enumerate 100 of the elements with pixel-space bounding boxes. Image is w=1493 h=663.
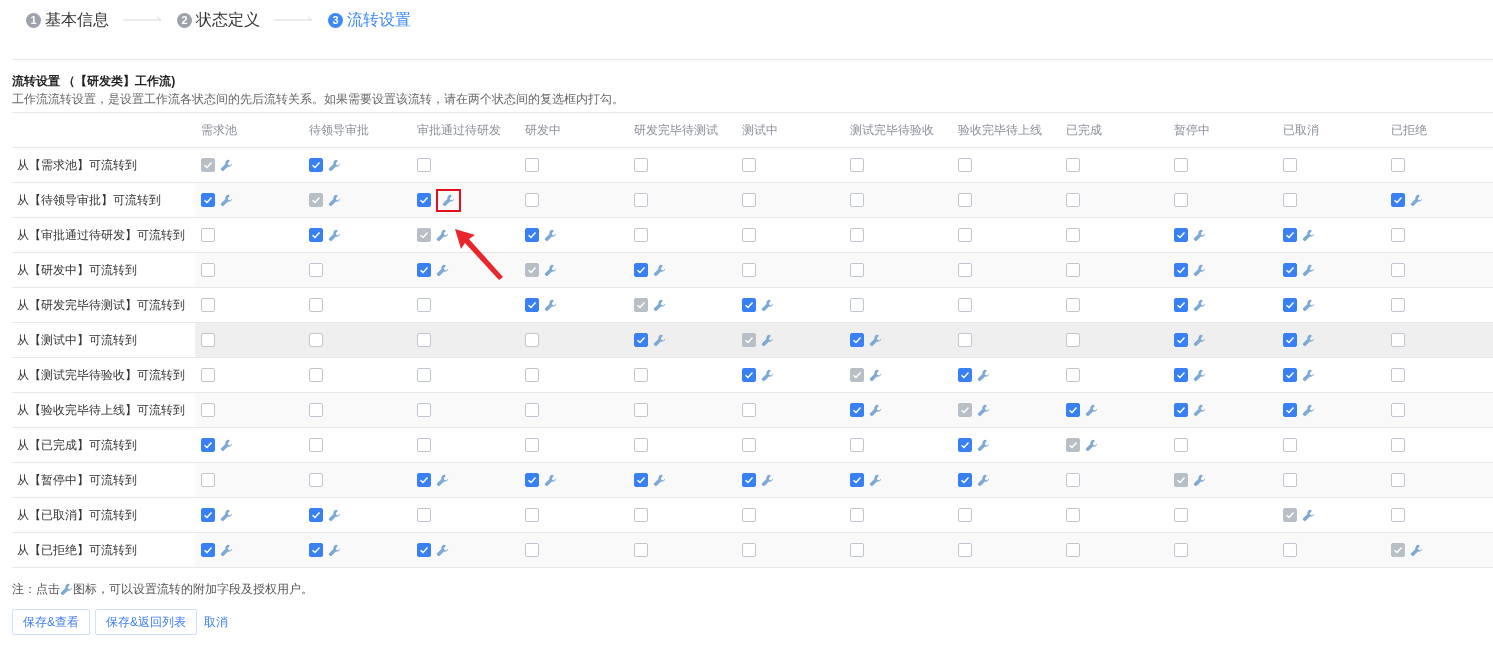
checkbox[interactable] <box>309 298 324 312</box>
checkbox[interactable] <box>849 473 864 487</box>
checkbox[interactable] <box>1066 228 1081 242</box>
checkbox[interactable] <box>1066 193 1081 207</box>
checkbox[interactable] <box>525 193 540 207</box>
checkbox[interactable] <box>958 193 973 207</box>
checkbox[interactable] <box>741 438 756 452</box>
wrench-icon[interactable] <box>1301 403 1315 417</box>
checkbox[interactable] <box>201 263 215 277</box>
wrench-icon[interactable] <box>436 228 450 242</box>
wrench-icon[interactable] <box>1301 368 1315 382</box>
checkbox[interactable] <box>741 228 756 242</box>
checkbox[interactable] <box>417 508 432 522</box>
checkbox[interactable] <box>1282 473 1297 487</box>
checkbox[interactable] <box>309 438 324 452</box>
checkbox[interactable] <box>633 473 648 487</box>
checkbox[interactable] <box>201 508 215 522</box>
wrench-icon[interactable] <box>328 228 342 242</box>
checkbox[interactable] <box>1282 228 1297 242</box>
checkbox[interactable] <box>1174 368 1189 382</box>
checkbox[interactable] <box>849 158 864 172</box>
checkbox[interactable] <box>309 368 324 382</box>
wrench-icon[interactable] <box>868 403 882 417</box>
checkbox[interactable] <box>1282 403 1297 417</box>
checkbox[interactable] <box>417 473 432 487</box>
checkbox[interactable] <box>1174 543 1189 557</box>
checkbox[interactable] <box>417 438 432 452</box>
checkbox[interactable] <box>741 403 756 417</box>
checkbox[interactable] <box>1066 543 1081 557</box>
checkbox[interactable] <box>1390 298 1405 312</box>
wrench-icon[interactable] <box>544 473 558 487</box>
wrench-icon[interactable] <box>652 473 666 487</box>
checkbox[interactable] <box>849 228 864 242</box>
checkbox[interactable] <box>849 403 864 417</box>
wrench-icon[interactable] <box>436 263 450 277</box>
checkbox[interactable] <box>1174 333 1189 347</box>
wrench-icon[interactable] <box>1301 508 1315 522</box>
wrench-icon[interactable] <box>652 263 666 277</box>
checkbox[interactable] <box>309 543 324 557</box>
wrench-icon[interactable] <box>1301 228 1315 242</box>
checkbox[interactable] <box>417 298 432 312</box>
checkbox[interactable] <box>201 193 215 207</box>
checkbox[interactable] <box>1174 438 1189 452</box>
checkbox[interactable] <box>201 543 215 557</box>
checkbox[interactable] <box>1390 158 1405 172</box>
checkbox[interactable] <box>633 193 648 207</box>
wrench-icon[interactable] <box>328 193 342 207</box>
wrench-icon[interactable] <box>1409 543 1423 557</box>
checkbox[interactable] <box>309 508 324 522</box>
wrench-icon[interactable] <box>328 508 342 522</box>
checkbox[interactable] <box>417 263 432 277</box>
checkbox[interactable] <box>525 298 540 312</box>
wrench-icon[interactable] <box>220 508 233 522</box>
checkbox[interactable] <box>1174 298 1189 312</box>
checkbox[interactable] <box>1066 298 1081 312</box>
checkbox[interactable] <box>309 263 324 277</box>
checkbox[interactable] <box>741 158 756 172</box>
checkbox[interactable] <box>1282 263 1297 277</box>
checkbox[interactable] <box>1282 368 1297 382</box>
checkbox[interactable] <box>1066 158 1081 172</box>
checkbox[interactable] <box>633 333 648 347</box>
checkbox[interactable] <box>958 333 973 347</box>
checkbox[interactable] <box>958 438 973 452</box>
checkbox[interactable] <box>525 438 540 452</box>
wrench-icon[interactable] <box>544 263 558 277</box>
checkbox[interactable] <box>201 228 215 242</box>
checkbox[interactable] <box>525 158 540 172</box>
checkbox[interactable] <box>1390 368 1405 382</box>
checkbox[interactable] <box>633 368 648 382</box>
checkbox[interactable] <box>417 333 432 347</box>
action-button[interactable]: 保存&返回列表 <box>95 609 198 635</box>
wrench-icon[interactable] <box>977 438 991 452</box>
wrench-icon[interactable] <box>1193 298 1207 312</box>
checkbox[interactable] <box>741 368 756 382</box>
checkbox[interactable] <box>1066 403 1081 417</box>
wrench-icon[interactable] <box>1193 403 1207 417</box>
wrench-icon[interactable] <box>868 333 882 347</box>
checkbox[interactable] <box>417 543 432 557</box>
checkbox[interactable] <box>849 333 864 347</box>
wrench-icon[interactable] <box>544 228 558 242</box>
checkbox[interactable] <box>633 228 648 242</box>
checkbox[interactable] <box>1390 193 1405 207</box>
wrench-icon[interactable] <box>1409 193 1423 207</box>
checkbox[interactable] <box>1282 543 1297 557</box>
checkbox[interactable] <box>1174 263 1189 277</box>
checkbox[interactable] <box>1174 228 1189 242</box>
wrench-icon[interactable] <box>328 158 342 172</box>
checkbox[interactable] <box>1174 193 1189 207</box>
checkbox[interactable] <box>201 298 215 312</box>
wrench-icon[interactable] <box>652 333 666 347</box>
checkbox[interactable] <box>633 263 648 277</box>
wrench-icon[interactable] <box>977 368 991 382</box>
checkbox[interactable] <box>849 298 864 312</box>
wrench-icon[interactable] <box>868 473 882 487</box>
checkbox[interactable] <box>1066 368 1081 382</box>
checkbox[interactable] <box>1282 333 1297 347</box>
checkbox[interactable] <box>1174 508 1189 522</box>
checkbox[interactable] <box>525 508 540 522</box>
checkbox[interactable] <box>417 158 432 172</box>
wrench-icon[interactable] <box>760 333 774 347</box>
